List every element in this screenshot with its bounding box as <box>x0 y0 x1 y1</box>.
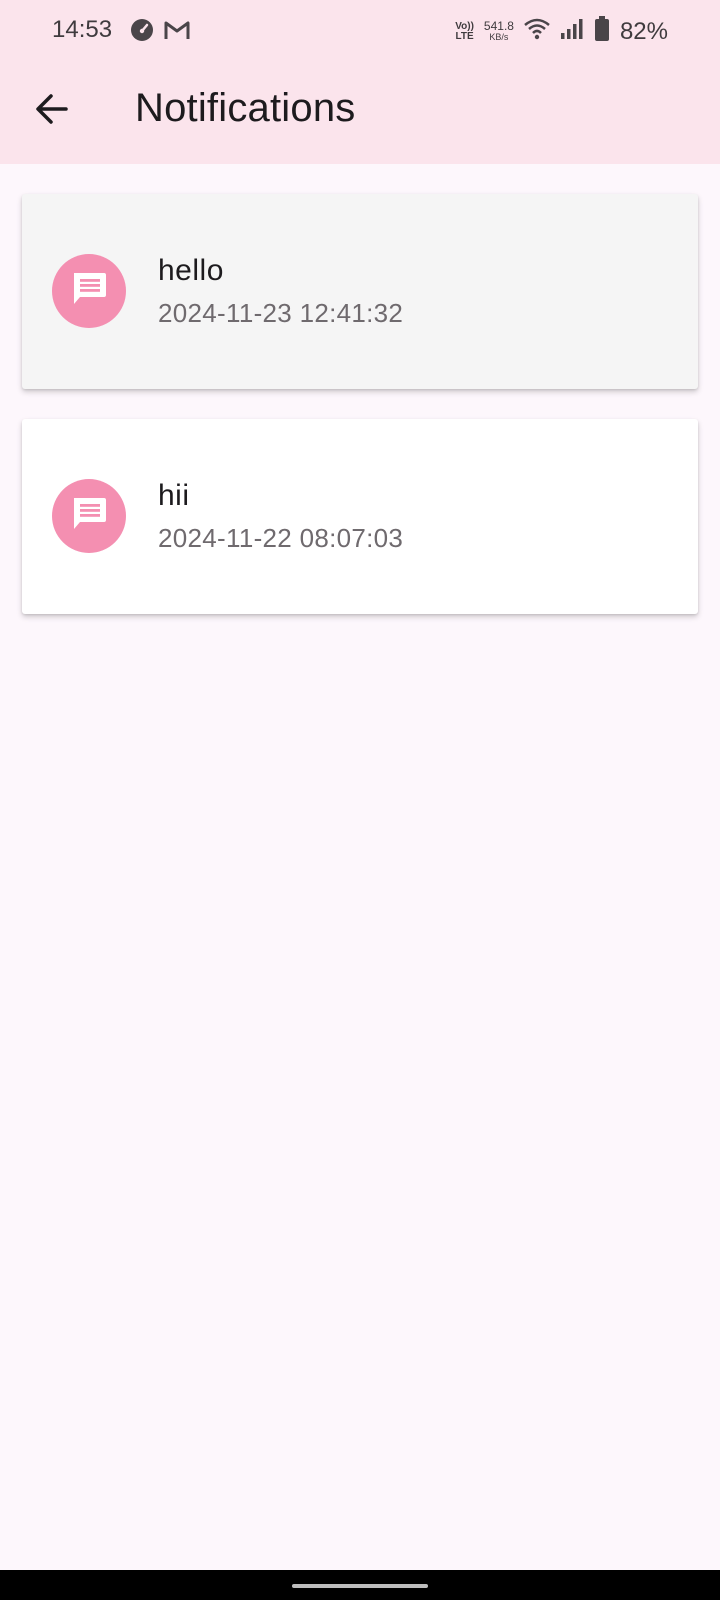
notification-timestamp: 2024-11-22 08:07:03 <box>158 523 404 553</box>
status-notification-icons <box>130 18 190 47</box>
battery-icon <box>594 16 610 47</box>
network-speed-value: 541.8 <box>483 18 514 33</box>
network-speed: 541.8 KB/s <box>483 18 514 43</box>
app-bar: Notifications <box>0 62 720 164</box>
notification-card[interactable]: hii 2024-11-22 08:07:03 <box>22 419 698 614</box>
lte-label: LTE <box>455 30 474 42</box>
status-bar: 14:53 Vo)) LTE 541.8 KB/s 82% <box>0 0 720 62</box>
network-speed-unit: KB/s <box>489 31 509 42</box>
back-button[interactable] <box>28 87 76 135</box>
page-title: Notifications <box>135 86 356 130</box>
arrow-back-icon <box>35 92 69 131</box>
message-icon <box>69 269 109 314</box>
signal-icon <box>560 18 584 45</box>
wifi-icon <box>524 18 550 45</box>
volte-indicator: Vo)) LTE <box>455 20 474 42</box>
volte-label: Vo)) <box>455 20 474 32</box>
notification-avatar <box>52 479 126 553</box>
notification-card[interactable]: hello 2024-11-23 12:41:32 <box>22 194 698 389</box>
notifications-list: hello 2024-11-23 12:41:32 hii 2024-11-22… <box>22 194 698 644</box>
notification-timestamp: 2024-11-23 12:41:32 <box>158 298 404 328</box>
notification-title: hii <box>158 479 190 512</box>
home-gesture-handle[interactable] <box>292 1584 428 1588</box>
gmail-icon <box>164 19 190 46</box>
message-icon <box>69 494 109 539</box>
system-navigation-bar <box>0 1570 720 1600</box>
notification-avatar <box>52 254 126 328</box>
status-time: 14:53 <box>52 16 113 43</box>
battery-percent: 82% <box>619 17 668 45</box>
status-system-icons: Vo)) LTE 541.8 KB/s 82% <box>455 16 668 47</box>
speedometer-icon <box>130 18 154 47</box>
notification-title: hello <box>158 254 224 287</box>
